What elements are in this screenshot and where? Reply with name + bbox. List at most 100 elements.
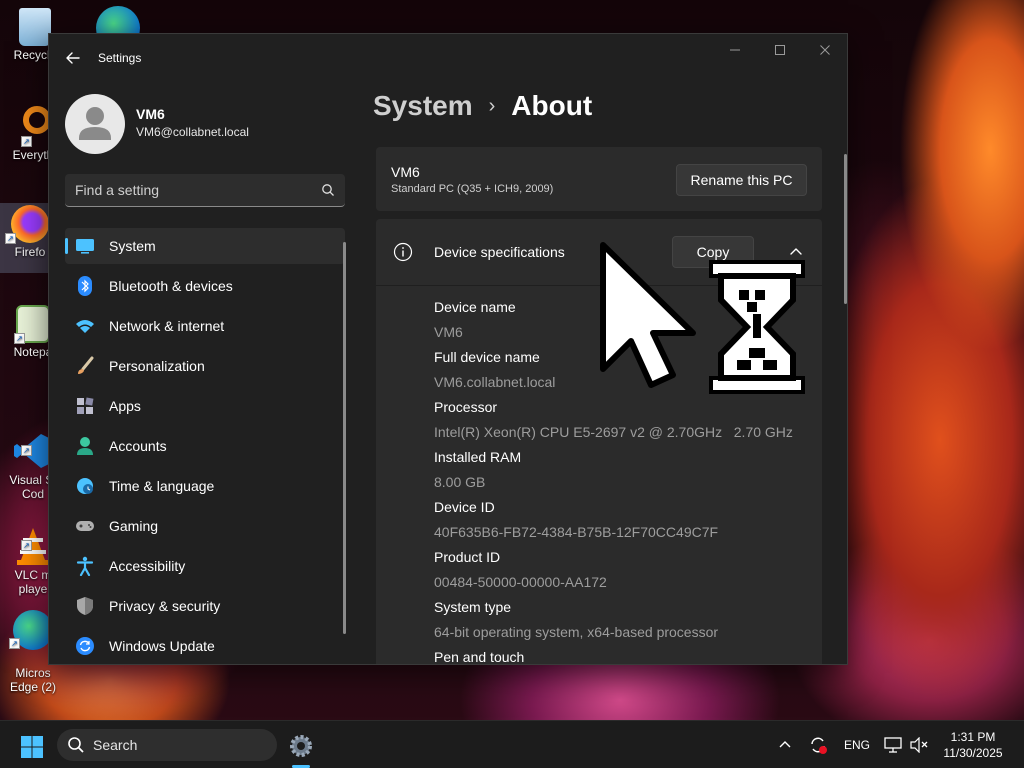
sidebar-item-label: Gaming — [109, 518, 159, 534]
info-icon — [393, 242, 413, 262]
pc-model: Standard PC (Q35 + ICH9, 2009) — [391, 183, 554, 195]
profile-name: VM6 — [136, 106, 165, 122]
taskbar-search[interactable]: Search — [57, 729, 277, 761]
notepad-icon: ↗ — [14, 305, 50, 344]
globe-clock-icon — [75, 476, 95, 496]
person-silhouette-icon — [79, 107, 111, 140]
sidebar-item-label: Privacy & security — [109, 598, 221, 614]
pc-name-card: VM6 Standard PC (Q35 + ICH9, 2009) Renam… — [376, 147, 822, 211]
spec-label: System type — [434, 599, 512, 615]
pc-name: VM6 — [391, 164, 420, 180]
app-title: Settings — [98, 51, 142, 65]
vlc-icon: ↗ — [13, 512, 53, 565]
desktop-icon-label: Notepa — [13, 345, 53, 359]
sidebar-item-privacy-security[interactable]: Privacy & security — [65, 588, 345, 624]
recycle-bin-icon — [19, 8, 51, 46]
shield-icon — [75, 596, 95, 616]
minimize-icon — [730, 49, 740, 51]
desktop-icon-label: VLC m playe — [14, 568, 52, 596]
spec-row-product-id: Product ID 00484-50000-00000-AA172 — [434, 547, 814, 597]
sidebar-item-system[interactable]: System — [65, 228, 345, 264]
show-hidden-icons-button[interactable] — [778, 721, 792, 768]
avatar[interactable] — [65, 94, 125, 154]
apps-icon — [75, 396, 95, 416]
sidebar-item-label: Apps — [109, 398, 141, 414]
sidebar-item-label: Time & language — [109, 478, 215, 494]
sidebar-item-label: Personalization — [109, 358, 205, 374]
sidebar-item-bluetooth[interactable]: Bluetooth & devices — [65, 268, 345, 304]
firefox-icon: ↗ — [5, 205, 49, 244]
accessibility-icon — [75, 556, 95, 576]
rename-pc-button[interactable]: Rename this PC — [676, 164, 807, 196]
maximize-icon — [775, 45, 785, 55]
language-indicator[interactable]: ENG — [844, 721, 870, 768]
sidebar-item-label: System — [109, 238, 156, 254]
sidebar-item-label: Bluetooth & devices — [109, 278, 233, 294]
gear-icon — [290, 735, 312, 757]
spec-label: Device ID — [434, 499, 495, 515]
tray-update-status[interactable] — [808, 721, 828, 768]
gamepad-icon — [75, 516, 95, 536]
everything-search-icon: ↗ — [13, 106, 53, 147]
ethernet-icon — [884, 737, 902, 753]
breadcrumb: System › About — [373, 90, 592, 122]
sidebar-item-personalization[interactable]: Personalization — [65, 348, 345, 384]
sidebar-item-apps[interactable]: Apps — [65, 388, 345, 424]
edge-icon: ↗ — [9, 610, 53, 650]
update-icon — [75, 636, 95, 656]
sidebar-item-network[interactable]: Network & internet — [65, 308, 345, 344]
spec-row-installed-ram: Installed RAM 8.00 GB — [434, 447, 814, 497]
clock-time: 1:31 PM — [950, 730, 996, 744]
language-label: ENG — [844, 738, 871, 752]
main-scrollbar[interactable] — [844, 154, 847, 304]
sidebar-item-label: Windows Update — [109, 638, 215, 654]
speaker-muted-icon — [910, 737, 928, 753]
sidebar-item-windows-update[interactable]: Windows Update — [65, 628, 345, 664]
find-setting-search — [65, 174, 345, 207]
spec-value: Intel(R) Xeon(R) CPU E5-2697 v2 @ 2.70GH… — [434, 424, 793, 440]
sidebar-item-time-language[interactable]: Time & language — [65, 468, 345, 504]
wifi-icon — [75, 316, 95, 336]
chevron-right-icon: › — [488, 94, 496, 117]
start-button[interactable] — [20, 735, 44, 759]
spec-label: Product ID — [434, 549, 501, 565]
close-icon — [820, 45, 830, 55]
search-icon[interactable] — [321, 183, 335, 197]
close-button[interactable] — [802, 40, 847, 60]
sidebar-item-label: Accessibility — [109, 558, 186, 574]
back-arrow-icon — [66, 52, 80, 64]
paintbrush-icon — [75, 356, 95, 376]
spec-value: 00484-50000-00000-AA172 — [434, 574, 607, 590]
sidebar-item-label: Accounts — [109, 438, 167, 454]
sidebar-item-accounts[interactable]: Accounts — [65, 428, 345, 464]
taskbar-settings-app[interactable] — [288, 733, 314, 759]
sidebar-scrollbar[interactable] — [343, 242, 346, 634]
spec-row-system-type: System type 64-bit operating system, x64… — [434, 597, 814, 647]
spec-row-pen-touch: Pen and touch — [434, 647, 814, 664]
spec-row-processor: Processor Intel(R) Xeon(R) CPU E5-2697 v… — [434, 397, 814, 447]
spec-row-device-id: Device ID 40F635B6-FB72-4384-B75B-12F70C… — [434, 497, 814, 547]
sidebar-item-accessibility[interactable]: Accessibility — [65, 548, 345, 584]
network-status[interactable] — [884, 721, 902, 768]
clock[interactable]: 1:31 PM 11/30/2025 — [938, 729, 1008, 761]
sync-alert-icon — [811, 737, 827, 754]
system-monitor-icon — [75, 236, 95, 256]
volume-status[interactable] — [910, 721, 928, 768]
spec-label: Installed RAM — [434, 449, 522, 465]
spec-value: 8.00 GB — [434, 474, 486, 490]
sidebar-item-gaming[interactable]: Gaming — [65, 508, 345, 544]
spec-value: 64-bit operating system, x64-based proce… — [434, 624, 719, 640]
settings-window: Settings VM6 VM6@collabnet.local Find a … — [48, 33, 848, 665]
breadcrumb-parent[interactable]: System — [373, 90, 473, 122]
minimize-button[interactable] — [712, 40, 758, 60]
page-title: About — [511, 90, 593, 121]
search-input[interactable] — [65, 174, 305, 206]
bluetooth-icon — [75, 276, 95, 296]
hourglass-busy-icon — [709, 260, 805, 394]
spec-label: Processor — [434, 399, 498, 415]
sidebar-item-label: Network & internet — [109, 318, 225, 334]
maximize-button[interactable] — [757, 40, 803, 60]
search-icon — [68, 737, 84, 753]
chevron-up-icon — [779, 741, 791, 748]
back-button[interactable] — [61, 46, 85, 70]
